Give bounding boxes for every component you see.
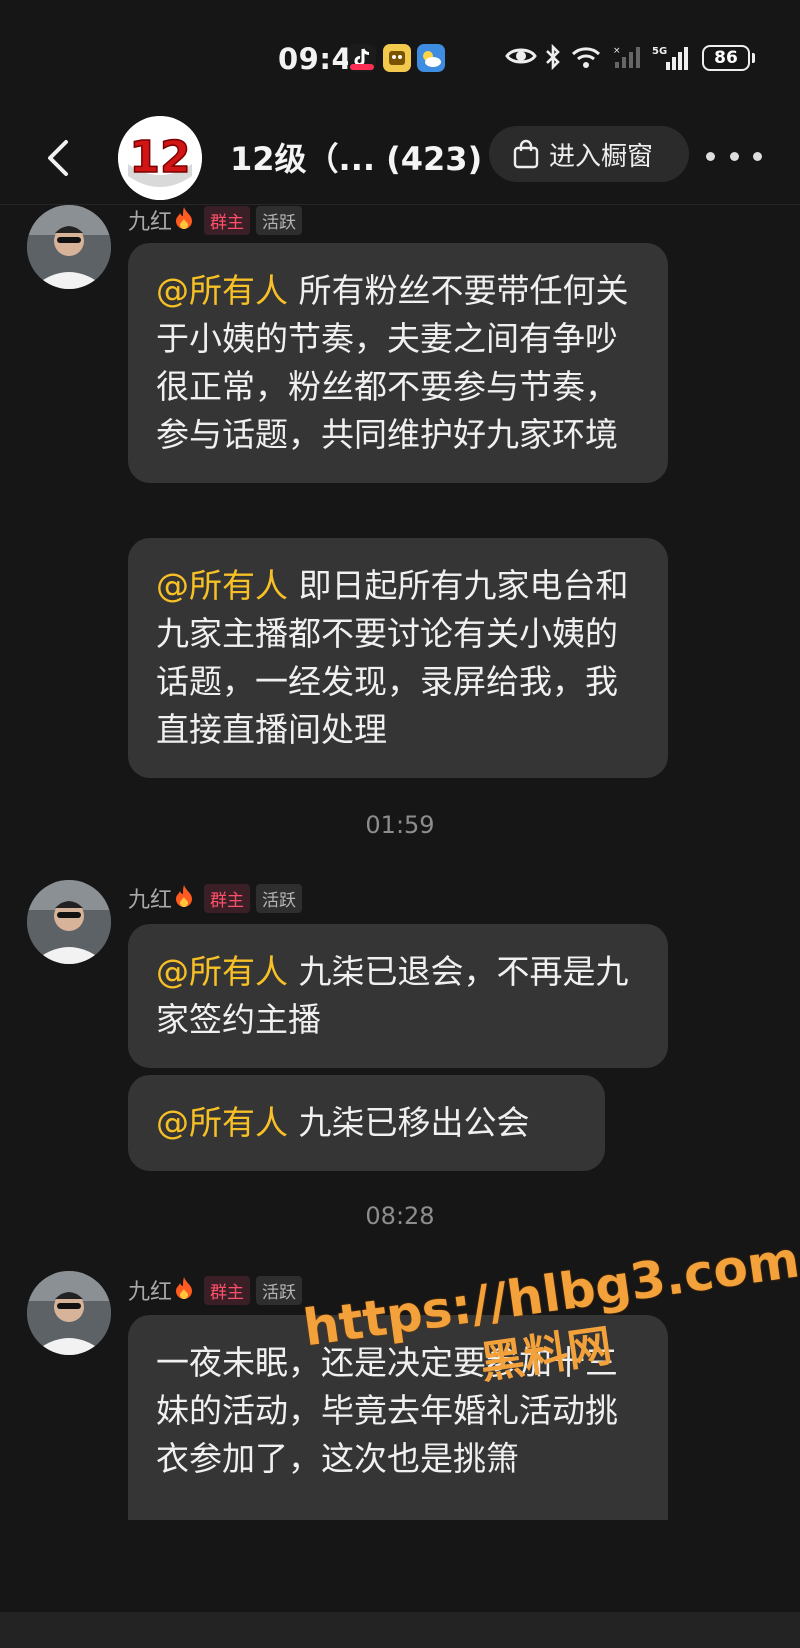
sender-row: 九红 群主 活跃 [128, 205, 303, 235]
back-chevron-icon [48, 140, 68, 176]
bluetooth-icon [545, 43, 561, 76]
battery-icon: 86 [702, 45, 750, 71]
more-dot [729, 151, 739, 161]
group-title[interactable]: 12级（... (423) [230, 134, 482, 180]
time-separator: 08:28 [365, 1202, 435, 1230]
active-badge: 活跃 [256, 205, 303, 235]
message-text: 九柒已移出公会 [288, 1103, 530, 1142]
battery-level: 86 [714, 48, 738, 68]
svg-text:×: × [613, 46, 621, 56]
message-bubble[interactable]: @所有人 所有粉丝不要带任何关于小姨的节奏，夫妻之间有争吵很正常，粉丝都不要参与… [128, 243, 668, 483]
tiktok-app-icon [348, 44, 376, 72]
enter-showcase-label: 进入橱窗 [549, 141, 654, 172]
owner-badge: 群主 [204, 883, 251, 913]
mention-all[interactable]: @所有人 [156, 952, 288, 991]
sender-name: 九红 [128, 888, 173, 913]
sender-avatar[interactable] [27, 205, 111, 289]
sender-avatar[interactable] [27, 1271, 111, 1355]
bottom-input-bar[interactable] [0, 1612, 800, 1648]
mention-all[interactable]: @所有人 [156, 271, 288, 310]
mention-all[interactable]: @所有人 [156, 1103, 288, 1142]
message-bubble[interactable]: @所有人 九柒已退会，不再是九家签约主播 [128, 924, 668, 1068]
more-options-button[interactable] [706, 144, 762, 168]
more-dot [753, 151, 762, 161]
sender-name: 九红 [128, 210, 173, 235]
chat-message-list[interactable]: 九红 群主 活跃 @所有人 所有粉丝不要带任何关于小姨的节奏，夫妻之间有争吵很正… [0, 205, 800, 1520]
time-separator: 01:59 [365, 811, 435, 839]
person-avatar-image [27, 880, 111, 964]
person-avatar-image [27, 1271, 111, 1355]
more-dots-icon [706, 151, 715, 161]
eye-icon [505, 44, 537, 74]
owner-badge: 群主 [204, 1275, 251, 1305]
active-badge: 活跃 [256, 883, 303, 913]
fire-icon [174, 884, 194, 912]
signal-icon: × [613, 44, 645, 76]
net-label-text: 5G [652, 46, 667, 57]
signal-5g-icon: 5G [652, 44, 692, 78]
person-avatar-image [27, 205, 111, 289]
back-button[interactable] [40, 136, 80, 180]
app-notification-icon [383, 44, 411, 72]
message-bubble[interactable]: @所有人 即日起所有九家电台和九家主播都不要讨论有关小姨的话题，一经发现，录屏给… [128, 538, 668, 778]
enter-showcase-button[interactable]: 进入橱窗 [489, 126, 689, 182]
weather-app-icon [417, 44, 445, 72]
sender-row: 九红 群主 活跃 [128, 883, 303, 913]
fire-icon [174, 1276, 194, 1304]
message-text: 一夜未眠，还是决定要参加十三妹的活动，毕竟去年婚礼活动挑衣参加了，这次也是挑箫 [156, 1343, 618, 1478]
fire-icon [174, 206, 194, 234]
chat-header: 12 12级（... (423) 进入橱窗 [0, 116, 800, 205]
group-avatar-number: 12 [129, 132, 190, 183]
status-bar: 09:42 × 5G 86 [0, 0, 800, 116]
bag-icon [513, 139, 539, 169]
mention-all[interactable]: @所有人 [156, 566, 288, 605]
message-bubble[interactable]: @所有人 九柒已移出公会 [128, 1075, 605, 1171]
group-avatar[interactable]: 12 [118, 116, 202, 200]
sender-avatar[interactable] [27, 880, 111, 964]
message-bubble[interactable]: 一夜未眠，还是决定要参加十三妹的活动，毕竟去年婚礼活动挑衣参加了，这次也是挑箫 [128, 1315, 668, 1520]
battery-tip [752, 53, 755, 63]
sender-row: 九红 群主 活跃 [128, 1275, 303, 1305]
wifi-icon [570, 44, 602, 76]
owner-badge: 群主 [204, 205, 251, 235]
active-badge: 活跃 [256, 1275, 303, 1305]
sender-name: 九红 [128, 1280, 173, 1305]
